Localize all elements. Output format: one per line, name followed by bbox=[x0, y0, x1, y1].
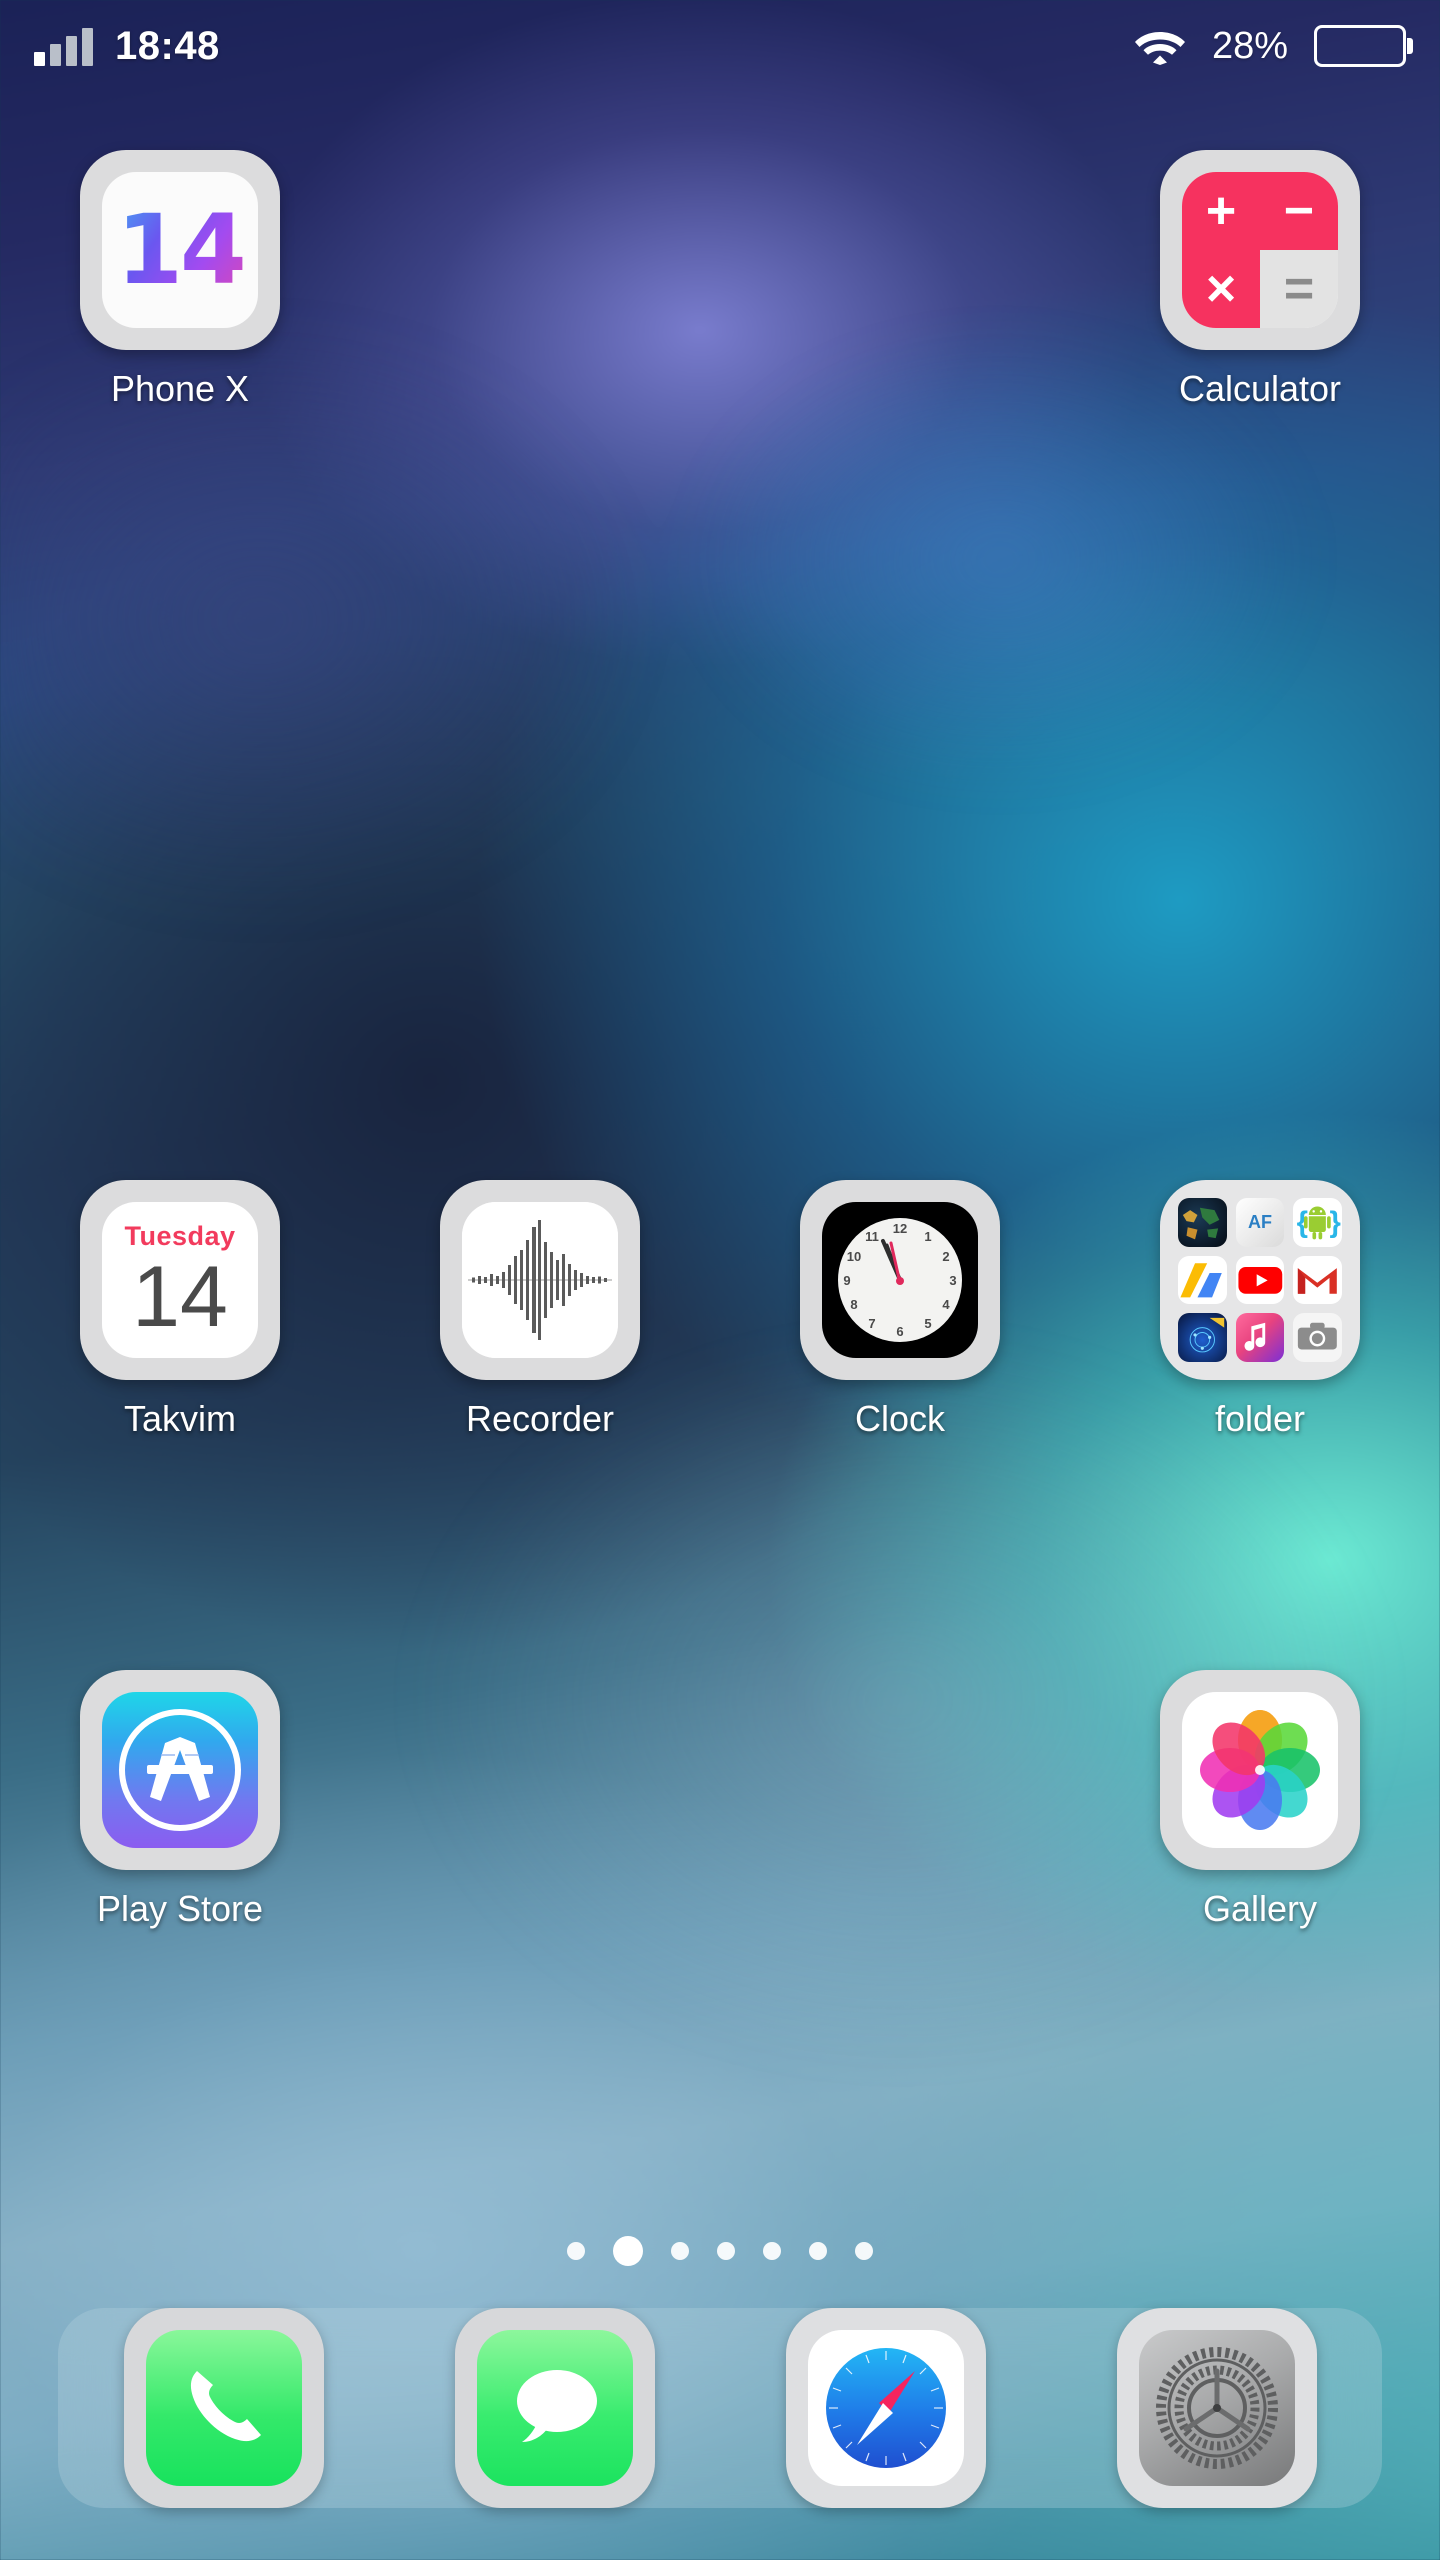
page-dot-1[interactable] bbox=[567, 2242, 585, 2260]
app-label: Clock bbox=[854, 1398, 946, 1439]
gears-icon bbox=[1138, 2330, 1295, 2486]
network-globe-icon bbox=[1178, 1313, 1227, 1362]
app-label: folder bbox=[1214, 1398, 1306, 1439]
battery-icon bbox=[1314, 25, 1406, 67]
svg-text:3: 3 bbox=[949, 1273, 956, 1288]
app-label: Calculator bbox=[1178, 368, 1342, 409]
svg-text:7: 7 bbox=[868, 1316, 875, 1331]
app-phone-x[interactable]: 14 Phone X bbox=[0, 150, 360, 410]
ios14-icon: 14 bbox=[80, 150, 280, 350]
calculator-icon: + − × = bbox=[1160, 150, 1360, 350]
app-folder[interactable]: AF { } folder bbox=[1080, 1180, 1440, 1440]
app-row-3: Play Store Gallery bbox=[0, 1670, 1440, 1930]
calendar-day: 14 bbox=[132, 1248, 228, 1345]
dock bbox=[58, 2308, 1382, 2508]
dock-item-messages[interactable] bbox=[454, 2308, 655, 2508]
calc-key-equals: = bbox=[1260, 250, 1338, 328]
app-calculator[interactable]: + − × = Calculator bbox=[1080, 150, 1440, 410]
calc-key-plus: + bbox=[1182, 172, 1260, 250]
status-bar-clock: 18:48 bbox=[115, 23, 220, 68]
calc-key-minus: − bbox=[1260, 172, 1338, 250]
app-label: Phone X bbox=[110, 368, 250, 409]
speech-bubble-icon bbox=[476, 2330, 633, 2486]
page-dot-7[interactable] bbox=[855, 2242, 873, 2260]
home-screen: 18:48 28% 14 Phone X + − × = Calculator … bbox=[0, 0, 1440, 2560]
svg-text:6: 6 bbox=[896, 1324, 903, 1339]
af-camera-icon: AF bbox=[1235, 1198, 1285, 1247]
app-grid: 14 Phone X + − × = Calculator Tuesday 14… bbox=[0, 150, 1440, 2210]
camera-icon bbox=[1293, 1313, 1342, 1362]
page-dot-2-active[interactable] bbox=[613, 2236, 643, 2266]
page-dot-3[interactable] bbox=[671, 2242, 689, 2260]
app-label: Play Store bbox=[96, 1888, 264, 1929]
svg-text:9: 9 bbox=[843, 1273, 850, 1288]
youtube-icon bbox=[1235, 1255, 1285, 1305]
app-label: Recorder bbox=[465, 1398, 615, 1439]
page-dot-5[interactable] bbox=[763, 2242, 781, 2260]
compass-icon bbox=[807, 2330, 964, 2486]
app-label: Gallery bbox=[1202, 1888, 1318, 1929]
svg-text:2: 2 bbox=[942, 1249, 949, 1264]
photos-flower-icon bbox=[1160, 1670, 1360, 1870]
svg-text:4: 4 bbox=[942, 1297, 950, 1312]
calc-key-times: × bbox=[1182, 250, 1260, 328]
svg-text:8: 8 bbox=[850, 1297, 857, 1312]
app-row-1: 14 Phone X + − × = Calculator bbox=[0, 150, 1440, 410]
page-dot-4[interactable] bbox=[717, 2242, 735, 2260]
appstore-icon bbox=[80, 1670, 280, 1870]
app-takvim[interactable]: Tuesday 14 Takvim bbox=[0, 1180, 360, 1440]
gmail-icon bbox=[1293, 1255, 1342, 1305]
wifi-icon bbox=[1134, 27, 1186, 65]
world-map-icon bbox=[1178, 1198, 1227, 1247]
dock-item-settings[interactable] bbox=[1116, 2308, 1317, 2508]
phone-handset-icon bbox=[145, 2330, 302, 2486]
page-indicator[interactable] bbox=[0, 2236, 1440, 2266]
svg-text:}: } bbox=[1330, 1207, 1341, 1239]
adsense-icon bbox=[1178, 1255, 1227, 1305]
clock-icon: 12 1 2 3 4 5 6 7 8 9 10 11 bbox=[800, 1180, 1000, 1380]
page-dot-6[interactable] bbox=[809, 2242, 827, 2260]
status-bar-left: 18:48 bbox=[34, 24, 220, 69]
dock-item-safari[interactable] bbox=[785, 2308, 986, 2508]
dock-item-phone[interactable] bbox=[123, 2308, 324, 2508]
svg-text:12: 12 bbox=[893, 1221, 907, 1236]
android-icon: { } bbox=[1293, 1198, 1342, 1247]
status-bar: 18:48 28% bbox=[0, 0, 1440, 92]
svg-text:10: 10 bbox=[847, 1249, 861, 1264]
music-player-icon bbox=[1235, 1313, 1285, 1362]
status-bar-right: 28% bbox=[1134, 25, 1406, 68]
svg-text:5: 5 bbox=[924, 1316, 931, 1331]
svg-text:1: 1 bbox=[924, 1229, 931, 1244]
calendar-icon: Tuesday 14 bbox=[80, 1180, 280, 1380]
app-row-2: Tuesday 14 Takvim Recorder 12 1 2 3 4 5 … bbox=[0, 1180, 1440, 1440]
app-label: Takvim bbox=[123, 1398, 236, 1439]
folder-icon: AF { } bbox=[1160, 1180, 1360, 1380]
svg-text:11: 11 bbox=[865, 1229, 879, 1244]
app-play-store[interactable]: Play Store bbox=[0, 1670, 360, 1930]
app-clock[interactable]: 12 1 2 3 4 5 6 7 8 9 10 11 Clock bbox=[720, 1180, 1080, 1440]
calendar-weekday: Tuesday bbox=[124, 1220, 236, 1251]
signal-bars-icon bbox=[34, 26, 93, 66]
app-recorder[interactable]: Recorder bbox=[360, 1180, 720, 1440]
app-gallery[interactable]: Gallery bbox=[1080, 1670, 1440, 1930]
battery-percentage: 28% bbox=[1211, 24, 1288, 67]
waveform-icon bbox=[440, 1180, 640, 1380]
